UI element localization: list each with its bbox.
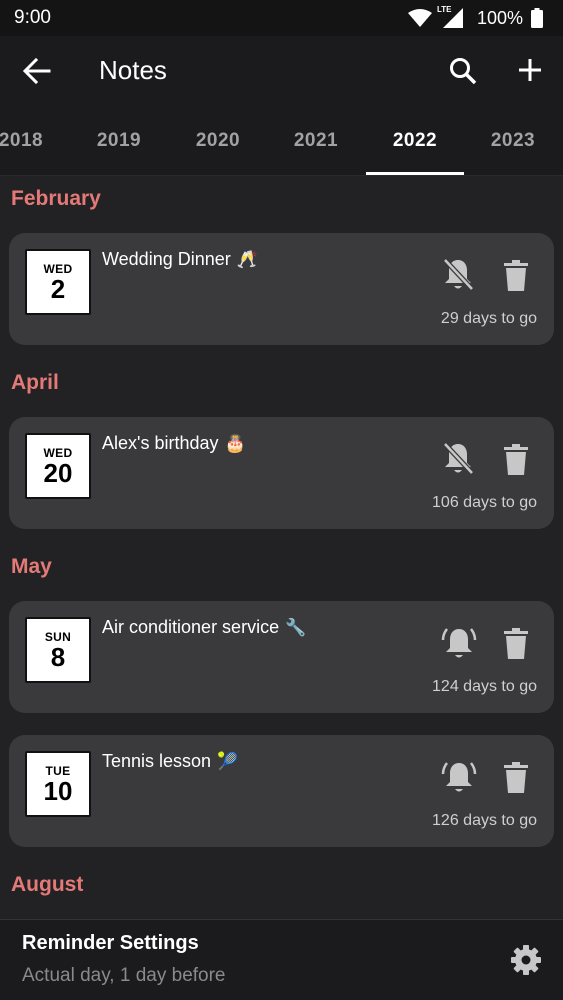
- date-badge: WED 20: [25, 433, 91, 499]
- bell-off-icon[interactable]: [441, 441, 475, 477]
- page-title: Notes: [99, 55, 167, 85]
- date-day: 2: [50, 273, 66, 304]
- trash-icon[interactable]: [503, 628, 529, 660]
- countdown-text: 29 days to go: [440, 310, 537, 327]
- trash-icon[interactable]: [503, 444, 529, 476]
- network-type-label: LTE: [436, 5, 452, 14]
- event-emoji: 🥂: [236, 250, 258, 270]
- event-emoji: 🎾: [217, 752, 239, 772]
- bell-ringing-icon[interactable]: [441, 625, 477, 661]
- reminder-settings-title: Reminder Settings: [22, 932, 199, 954]
- status-icons: LTE 100%: [407, 5, 543, 29]
- countdown-text: 106 days to go: [432, 494, 537, 511]
- event-card[interactable]: WED 20 Alex's birthday 🎂 106 days to go: [9, 417, 554, 529]
- event-card[interactable]: TUE 10 Tennis lesson 🎾 126 days to go: [9, 735, 554, 847]
- event-card[interactable]: WED 2 Wedding Dinner 🥂 29 days to go: [9, 233, 554, 345]
- trash-icon[interactable]: [503, 260, 529, 292]
- wifi-icon: [407, 8, 433, 28]
- reminder-settings-bar[interactable]: Reminder Settings Actual day, 1 day befo…: [0, 919, 563, 1000]
- event-title: Alex's birthday 🎂: [102, 433, 246, 454]
- bell-off-icon[interactable]: [441, 257, 475, 293]
- event-title-text: Alex's birthday: [102, 433, 219, 453]
- tab-indicator: [366, 172, 464, 175]
- date-badge: SUN 8: [25, 617, 91, 683]
- date-day: 20: [43, 457, 73, 488]
- event-title-text: Tennis lesson: [102, 751, 212, 771]
- event-emoji: 🎂: [224, 434, 246, 454]
- tab-2020[interactable]: 2020: [169, 106, 267, 176]
- year-tabs: 2018 2019 2020 2021 2022 2023: [0, 106, 563, 176]
- tab-2018[interactable]: 2018: [0, 106, 70, 176]
- add-icon[interactable]: [516, 56, 544, 84]
- tab-2023[interactable]: 2023: [464, 106, 562, 176]
- search-icon[interactable]: [448, 56, 478, 86]
- month-header-april: April: [11, 371, 59, 394]
- status-time: 9:00: [14, 7, 51, 28]
- month-header-may: May: [11, 555, 52, 578]
- cellular-lte-icon: LTE: [437, 5, 465, 29]
- countdown-text: 126 days to go: [432, 812, 537, 829]
- date-badge: WED 2: [25, 249, 91, 315]
- date-badge: TUE 10: [25, 751, 91, 817]
- tab-2019[interactable]: 2019: [70, 106, 168, 176]
- event-card[interactable]: SUN 8 Air conditioner service 🔧 124 days …: [9, 601, 554, 713]
- back-arrow-icon[interactable]: [22, 57, 52, 85]
- event-title: Wedding Dinner 🥂: [102, 249, 258, 270]
- event-title: Air conditioner service 🔧: [102, 617, 306, 638]
- event-emoji: 🔧: [285, 618, 307, 638]
- date-day: 8: [50, 641, 66, 672]
- countdown-text: 124 days to go: [432, 678, 537, 695]
- date-day: 10: [43, 775, 73, 806]
- month-header-august: August: [11, 873, 84, 896]
- event-title-text: Wedding Dinner: [102, 249, 231, 269]
- tab-2022[interactable]: 2022: [366, 106, 464, 176]
- bell-ringing-icon[interactable]: [441, 759, 477, 795]
- reminder-settings-subtitle: Actual day, 1 day before: [22, 965, 226, 986]
- trash-icon[interactable]: [503, 762, 529, 794]
- event-title: Tennis lesson 🎾: [102, 751, 238, 772]
- battery-percentage: 100%: [476, 7, 523, 28]
- battery-icon: [531, 8, 543, 28]
- event-title-text: Air conditioner service: [102, 617, 280, 637]
- app-bar: Notes: [0, 36, 563, 106]
- gear-icon[interactable]: [510, 944, 542, 976]
- month-header-february: February: [11, 187, 101, 210]
- tab-2021[interactable]: 2021: [267, 106, 365, 176]
- status-bar: 9:00 LTE 100%: [0, 0, 563, 36]
